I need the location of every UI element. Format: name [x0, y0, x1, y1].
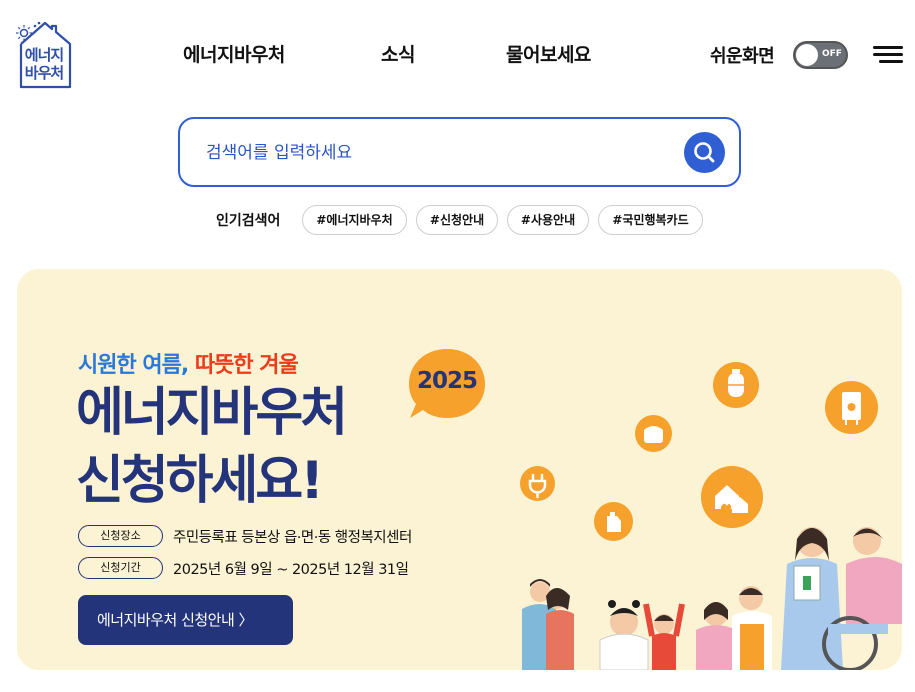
popular-tag-usage[interactable]: #사용안내: [507, 205, 589, 235]
logo-text: 에너지 바우처: [22, 46, 66, 82]
site-header: 에너지 바우처 에너지바우처 소식 물어보세요 쉬운화면 OFF: [0, 0, 915, 110]
toggle-state: OFF: [822, 49, 842, 59]
subtitle-summer: 시원한 여름,: [78, 353, 189, 378]
search-icon: [694, 142, 715, 163]
boiler-icon: [825, 381, 878, 434]
hamburger-menu-icon[interactable]: [873, 44, 903, 66]
popular-tag-application[interactable]: #신청안내: [416, 205, 498, 235]
rice-cooker-icon: [635, 415, 672, 452]
subtitle-winter: 따뜻한 겨울: [194, 353, 299, 378]
logo-line-1: 에너지: [24, 46, 64, 64]
search-input[interactable]: [206, 139, 666, 167]
search-box: [178, 117, 741, 187]
gas-cylinder-icon: [713, 362, 759, 408]
banner-subtitle: 시원한 여름, 따뜻한 겨울: [78, 347, 299, 379]
period-value: 2025년 6월 9일 ~ 2025년 12월 31일: [173, 562, 409, 578]
nav-energy-voucher[interactable]: 에너지바우처: [183, 40, 285, 67]
application-guide-button[interactable]: 에너지바우처 신청안내 〉: [78, 595, 293, 645]
logo-line-2: 바우처: [24, 64, 64, 82]
energy-voucher-logo[interactable]: 에너지 바우처: [14, 20, 74, 90]
period-label: 신청기간: [78, 557, 163, 579]
popular-keywords-label: 인기검색어: [216, 213, 281, 229]
banner-title-line-2: 신청하세요!: [76, 451, 324, 511]
nav-news[interactable]: 소식: [381, 40, 415, 67]
year-badge: 2025: [416, 368, 478, 394]
easy-mode-label: 쉬운화면: [710, 46, 775, 67]
main-banner[interactable]: 시원한 여름, 따뜻한 겨울 에너지바우처 신청하세요! 2025 신청장소 주…: [17, 269, 902, 670]
nav-faq[interactable]: 물어보세요: [506, 40, 591, 67]
easy-mode-toggle[interactable]: OFF: [793, 41, 848, 69]
popular-tag-card[interactable]: #국민행복카드: [598, 205, 703, 235]
family-illustration: [522, 527, 902, 670]
place-label: 신청장소: [78, 525, 163, 547]
place-value: 주민등록표 등본상 읍·면·동 행정복지센터: [173, 530, 412, 546]
popular-tag-energy-voucher[interactable]: #에너지바우처: [302, 205, 407, 235]
search-button[interactable]: [684, 132, 725, 173]
toggle-knob: [796, 44, 818, 66]
